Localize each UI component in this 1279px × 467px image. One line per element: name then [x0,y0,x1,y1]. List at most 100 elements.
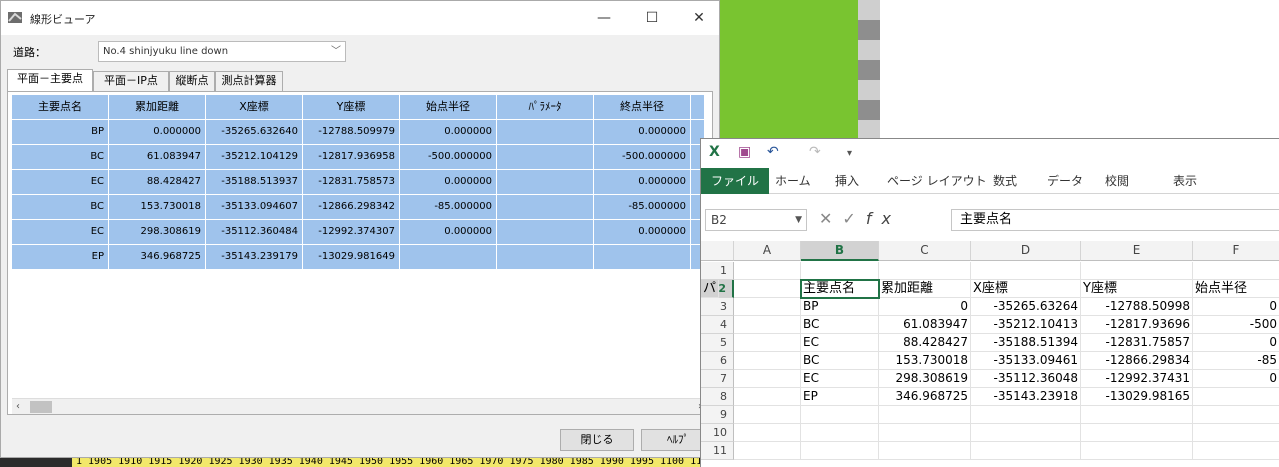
table-row[interactable]: EC 88.428427 -35188.513937 -12831.758573 0.0… [12,170,706,195]
ribbon-tab[interactable]: ホーム [765,168,821,194]
sheet-cell[interactable] [734,424,801,442]
grid-cell[interactable]: 0.000000 [594,220,691,245]
row-header[interactable]: 11 [701,442,734,460]
sheet-cell[interactable] [734,280,801,298]
grid-cell[interactable]: -12992.374307 [303,220,400,245]
column-header[interactable]: C [879,241,971,261]
data-cell[interactable]: -35133.09461 [971,352,1081,370]
grid-cell[interactable]: EC [12,170,109,195]
dialog-titlebar[interactable]: 線形ビューア — ☐ ✕ [1,1,719,35]
grid-header-cell[interactable]: 終点半径 [594,95,691,120]
active-cell[interactable]: 主要点名 [800,279,880,299]
grid-cell[interactable] [497,245,594,270]
sheet-cell[interactable] [801,442,879,460]
ribbon-tab[interactable]: 表示 [1163,168,1207,194]
ribbon-tab[interactable]: 数式 [983,168,1027,194]
table-row[interactable]: BC 61.083947 -35212.104129 -12817.936958 -50… [12,145,706,170]
grid-cell[interactable]: 0.000000 [109,120,206,145]
data-cell[interactable]: -35188.51394 [971,334,1081,352]
grid-cell[interactable]: 298.308619 [109,220,206,245]
sheet-cell[interactable] [734,442,801,460]
data-cell[interactable]: BC [801,352,879,370]
sheet-cell[interactable] [1081,442,1193,460]
grid-cell[interactable]: -12866.298342 [303,195,400,220]
sheet-cell[interactable] [879,442,971,460]
data-cell[interactable]: 61.083947 [879,316,971,334]
grid-cell[interactable]: 153.730018 [109,195,206,220]
header-cell[interactable]: パ [701,280,720,298]
grid-cell[interactable] [497,120,594,145]
sheet-cell[interactable] [1081,262,1193,280]
grid-cell[interactable] [400,245,497,270]
sheet-cell[interactable] [801,424,879,442]
grid-cell[interactable]: -35112.360484 [206,220,303,245]
data-cell[interactable]: -35143.23918 [971,388,1081,406]
ribbon-tab[interactable]: ファイル [701,168,770,194]
grid-cell[interactable]: BP [12,120,109,145]
grid-cell[interactable] [497,170,594,195]
column-header[interactable]: F [1193,241,1279,261]
grid-cell[interactable]: -12817.936958 [303,145,400,170]
sheet-cell[interactable] [801,406,879,424]
formula-input[interactable]: 主要点名 [951,209,1279,231]
cancel-icon[interactable]: ✕ [819,209,842,228]
sheet-cell[interactable] [971,262,1081,280]
grid-cell[interactable]: -35133.094607 [206,195,303,220]
close-button[interactable]: 閉じる [560,429,634,451]
data-cell[interactable]: 298.308619 [879,370,971,388]
ribbon-tab[interactable]: データ [1037,168,1093,194]
ribbon-tab[interactable]: ページ レイアウト [877,168,997,194]
grid-header-cell[interactable]: 累加距離 [109,95,206,120]
grid-cell[interactable]: 346.968725 [109,245,206,270]
grid-cell[interactable]: 0.000000 [594,170,691,195]
data-cell[interactable]: -12866.29834 [1081,352,1193,370]
row-header[interactable]: 5 [701,334,734,352]
main-points-grid[interactable]: 主要点名 累加距離 X座標 Y座標 始点半径 ﾊﾟﾗﾒｰﾀ 終点半径 BP 0.000000 -3… [12,95,706,270]
data-cell[interactable]: 346.968725 [879,388,971,406]
tab-plan-ip-points[interactable]: 平面－IP点 [93,71,169,91]
sheet-cell[interactable] [734,298,801,316]
row-header[interactable]: 10 [701,424,734,442]
row-header[interactable]: 6 [701,352,734,370]
header-cell[interactable]: X座標 [971,280,1081,298]
sheet-cell[interactable] [801,262,879,280]
scroll-thumb[interactable] [30,401,52,413]
grid-cell[interactable]: BC [12,195,109,220]
grid-cell[interactable]: -13029.981649 [303,245,400,270]
grid-cell[interactable]: 0.000000 [400,120,497,145]
enter-icon[interactable]: ✓ [842,209,865,228]
grid-cell[interactable]: 0.000000 [400,220,497,245]
data-cell[interactable]: EP [801,388,879,406]
data-cell[interactable]: 0 [1193,334,1279,352]
grid-cell[interactable]: -35265.632640 [206,120,303,145]
data-cell[interactable]: -35212.10413 [971,316,1081,334]
grid-header-cell[interactable]: 始点半径 [400,95,497,120]
data-cell[interactable]: BC [801,316,879,334]
sheet-cell[interactable] [734,406,801,424]
sheet-cell[interactable] [734,316,801,334]
data-cell[interactable]: 88.428427 [879,334,971,352]
grid-header-cell[interactable]: Y座標 [303,95,400,120]
table-row[interactable]: EP 346.968725 -35143.239179 -13029.981649 [12,245,706,270]
tab-plan-main-points[interactable]: 平面－主要点 [7,69,93,91]
save-icon[interactable]: ▣ [738,144,751,160]
column-header[interactable]: B [801,241,879,261]
sheet-cell[interactable] [1193,406,1279,424]
grid-header-cell[interactable]: 主要点名 [12,95,109,120]
grid-cell[interactable]: -35212.104129 [206,145,303,170]
road-select[interactable]: No.4 shinjyuku line down ﹀ [98,41,346,62]
grid-cell[interactable]: -12831.758573 [303,170,400,195]
grid-cell[interactable]: -85.000000 [400,195,497,220]
row-header[interactable]: 9 [701,406,734,424]
row-header[interactable]: 3 [701,298,734,316]
grid-cell[interactable]: -35143.239179 [206,245,303,270]
data-cell[interactable]: -12992.37431 [1081,370,1193,388]
sheet-cell[interactable] [734,370,801,388]
grid-cell[interactable]: -500.000000 [594,145,691,170]
data-cell[interactable]: -13029.98165 [1081,388,1193,406]
data-cell[interactable]: 0 [1193,370,1279,388]
scroll-left-icon[interactable]: ‹ [16,399,20,415]
horizontal-scrollbar[interactable]: ‹ › [12,398,706,414]
grid-header-cell[interactable]: ﾊﾟﾗﾒｰﾀ [497,95,594,120]
table-row[interactable]: BC 153.730018 -35133.094607 -12866.298342 -8… [12,195,706,220]
